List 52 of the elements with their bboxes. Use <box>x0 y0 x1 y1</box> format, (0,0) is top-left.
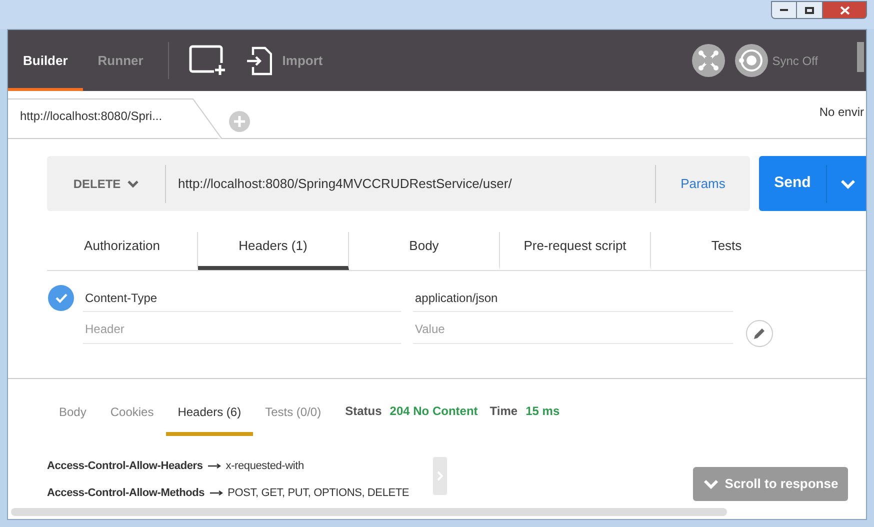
response-header-value: x-requested-with <box>226 459 304 474</box>
panel-handle[interactable] <box>433 457 447 495</box>
time-value: 15 ms <box>526 403 560 420</box>
method-dropdown[interactable]: DELETE <box>47 164 166 202</box>
status-label: Status <box>345 403 382 420</box>
caret-icon <box>126 180 139 188</box>
response-tab[interactable]: Cookies <box>98 396 166 436</box>
close-icon <box>840 6 850 14</box>
response-header-name: Access-Control-Allow-Methods <box>47 486 205 500</box>
time-label: Time <box>490 403 518 420</box>
minimize-button[interactable] <box>771 1 797 19</box>
response-header-name: Access-Control-Allow-Headers <box>47 459 203 474</box>
response-tab[interactable]: Body <box>47 396 98 436</box>
sync-status: Sync Off <box>772 52 818 70</box>
sync-icon[interactable] <box>735 44 768 77</box>
check-icon <box>54 293 68 303</box>
maximize-icon <box>805 6 814 14</box>
pencil-icon <box>753 326 766 340</box>
import-icon[interactable] <box>246 46 272 76</box>
close-button[interactable] <box>823 1 867 19</box>
new-window-icon[interactable] <box>189 45 226 76</box>
editor-tab[interactable]: Pre-request script <box>500 232 651 270</box>
header-value-field[interactable]: Value <box>413 314 733 344</box>
arrow-icon <box>208 463 221 470</box>
header-tab[interactable]: Builder <box>8 30 83 91</box>
header-key-field[interactable]: Content-Type <box>83 284 401 312</box>
chevron-down-icon <box>702 479 719 489</box>
editor-tab[interactable]: Tests <box>651 232 802 270</box>
arrow-icon <box>210 490 223 496</box>
maximize-button[interactable] <box>797 1 823 19</box>
header-checkbox[interactable] <box>48 285 74 311</box>
horizontal-scrollbar[interactable] <box>11 508 727 516</box>
edit-button[interactable] <box>746 320 773 346</box>
caret-icon[interactable] <box>840 178 856 188</box>
interceptor-icon[interactable] <box>692 44 726 77</box>
header-value-field[interactable]: application/json <box>413 284 733 312</box>
editor-tab[interactable]: Authorization <box>47 232 198 270</box>
editor-tab[interactable]: Body <box>349 232 500 270</box>
header-key-field[interactable]: Header <box>83 314 401 344</box>
send-button[interactable]: Send <box>759 164 827 202</box>
status-value: 204 No Content <box>390 403 478 420</box>
environment-selector[interactable]: No envir <box>819 103 864 121</box>
response-tab[interactable]: Headers (6) <box>166 396 254 436</box>
response-tab[interactable]: Tests (0/0) <box>253 396 334 436</box>
minimize-icon <box>780 9 788 11</box>
vertical-scrollbar[interactable] <box>857 42 864 72</box>
response-header-value: POST, GET, PUT, OPTIONS, DELETE <box>228 486 410 500</box>
params-button[interactable]: Params <box>655 164 750 202</box>
url-field[interactable]: http://localhost:8080/Spring4MVCCRUDRestService/user/ <box>166 174 655 194</box>
chevron-right-icon <box>437 471 443 481</box>
editor-tab[interactable]: Headers (1) <box>198 232 349 270</box>
request-tab[interactable]: http://localhost:8080/Spri... <box>8 98 223 138</box>
